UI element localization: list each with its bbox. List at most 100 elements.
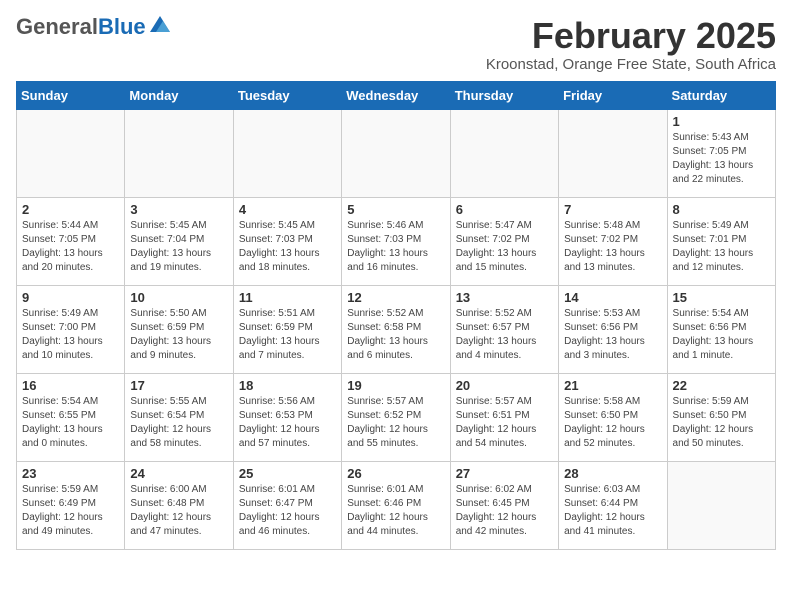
calendar-cell: 4 Sunrise: 5:45 AM Sunset: 7:03 PM Daylig… bbox=[233, 197, 341, 285]
day-info: Sunrise: 5:57 AM Sunset: 6:52 PM Dayligh… bbox=[347, 395, 444, 451]
day-number: 6 bbox=[456, 202, 553, 217]
day-number: 28 bbox=[564, 466, 661, 481]
calendar-cell: 19 Sunrise: 5:57 AM Sunset: 6:52 PM Dayli… bbox=[342, 373, 450, 461]
calendar-week-row: 9 Sunrise: 5:49 AM Sunset: 7:00 PM Daylig… bbox=[17, 285, 776, 373]
day-info: Sunrise: 5:49 AM Sunset: 7:00 PM Dayligh… bbox=[22, 307, 119, 363]
day-info: Sunrise: 5:59 AM Sunset: 6:50 PM Dayligh… bbox=[673, 395, 770, 451]
logo-blue-text: Blue bbox=[98, 14, 146, 39]
day-number: 11 bbox=[239, 290, 336, 305]
calendar-cell: 23Sunrise: 5:59 AM Sunset: 6:49 PM Dayli… bbox=[17, 461, 125, 549]
day-number: 8 bbox=[673, 202, 770, 217]
day-info: Sunrise: 5:52 AM Sunset: 6:57 PM Dayligh… bbox=[456, 307, 553, 363]
day-info: Sunrise: 5:46 AM Sunset: 7:03 PM Dayligh… bbox=[347, 219, 444, 275]
calendar-week-row: 23Sunrise: 5:59 AM Sunset: 6:49 PM Dayli… bbox=[17, 461, 776, 549]
calendar-week-row: 2Sunrise: 5:44 AM Sunset: 7:05 PM Daylig… bbox=[17, 197, 776, 285]
day-info: Sunrise: 6:03 AM Sunset: 6:44 PM Dayligh… bbox=[564, 483, 661, 539]
calendar-cell: 9 Sunrise: 5:49 AM Sunset: 7:00 PM Daylig… bbox=[17, 285, 125, 373]
logo-icon bbox=[150, 16, 170, 32]
calendar-cell bbox=[342, 109, 450, 197]
calendar-cell bbox=[559, 109, 667, 197]
day-number: 27 bbox=[456, 466, 553, 481]
day-number: 21 bbox=[564, 378, 661, 393]
day-info: Sunrise: 5:49 AM Sunset: 7:01 PM Dayligh… bbox=[673, 219, 770, 275]
calendar-cell bbox=[450, 109, 558, 197]
day-number: 10 bbox=[130, 290, 227, 305]
day-info: Sunrise: 5:53 AM Sunset: 6:56 PM Dayligh… bbox=[564, 307, 661, 363]
calendar-cell: 24Sunrise: 6:00 AM Sunset: 6:48 PM Dayli… bbox=[125, 461, 233, 549]
day-number: 25 bbox=[239, 466, 336, 481]
calendar-cell: 17 Sunrise: 5:55 AM Sunset: 6:54 PM Dayli… bbox=[125, 373, 233, 461]
day-number: 15 bbox=[673, 290, 770, 305]
day-info: Sunrise: 5:54 AM Sunset: 6:55 PM Dayligh… bbox=[22, 395, 119, 451]
day-of-week-header: Sunday bbox=[17, 81, 125, 109]
day-info: Sunrise: 5:56 AM Sunset: 6:53 PM Dayligh… bbox=[239, 395, 336, 451]
day-info: Sunrise: 5:44 AM Sunset: 7:05 PM Dayligh… bbox=[22, 219, 119, 275]
day-number: 17 bbox=[130, 378, 227, 393]
calendar-cell bbox=[125, 109, 233, 197]
calendar-cell: 5 Sunrise: 5:46 AM Sunset: 7:03 PM Daylig… bbox=[342, 197, 450, 285]
logo-general-text: General bbox=[16, 14, 98, 39]
day-number: 1 bbox=[673, 114, 770, 129]
calendar-cell: 28 Sunrise: 6:03 AM Sunset: 6:44 PM Dayli… bbox=[559, 461, 667, 549]
calendar-cell: 11 Sunrise: 5:51 AM Sunset: 6:59 PM Dayli… bbox=[233, 285, 341, 373]
calendar-cell: 2Sunrise: 5:44 AM Sunset: 7:05 PM Daylig… bbox=[17, 197, 125, 285]
day-number: 5 bbox=[347, 202, 444, 217]
day-info: Sunrise: 5:51 AM Sunset: 6:59 PM Dayligh… bbox=[239, 307, 336, 363]
day-number: 12 bbox=[347, 290, 444, 305]
calendar-cell: 10 Sunrise: 5:50 AM Sunset: 6:59 PM Dayli… bbox=[125, 285, 233, 373]
calendar-cell: 20 Sunrise: 5:57 AM Sunset: 6:51 PM Dayli… bbox=[450, 373, 558, 461]
day-info: Sunrise: 6:02 AM Sunset: 6:45 PM Dayligh… bbox=[456, 483, 553, 539]
page-header: GeneralBlue February 2025 Kroonstad, Ora… bbox=[16, 16, 776, 73]
day-number: 22 bbox=[673, 378, 770, 393]
day-number: 9 bbox=[22, 290, 119, 305]
calendar-week-row: 16 Sunrise: 5:54 AM Sunset: 6:55 PM Dayli… bbox=[17, 373, 776, 461]
calendar-cell: 21Sunrise: 5:58 AM Sunset: 6:50 PM Dayli… bbox=[559, 373, 667, 461]
calendar-cell: 16 Sunrise: 5:54 AM Sunset: 6:55 PM Dayli… bbox=[17, 373, 125, 461]
calendar-cell: 3Sunrise: 5:45 AM Sunset: 7:04 PM Daylig… bbox=[125, 197, 233, 285]
day-of-week-header: Friday bbox=[559, 81, 667, 109]
calendar-cell: 13 Sunrise: 5:52 AM Sunset: 6:57 PM Dayli… bbox=[450, 285, 558, 373]
calendar-cell: 12Sunrise: 5:52 AM Sunset: 6:58 PM Dayli… bbox=[342, 285, 450, 373]
calendar-cell: 22 Sunrise: 5:59 AM Sunset: 6:50 PM Dayli… bbox=[667, 373, 775, 461]
day-info: Sunrise: 5:43 AM Sunset: 7:05 PM Dayligh… bbox=[673, 131, 770, 187]
day-number: 19 bbox=[347, 378, 444, 393]
day-number: 20 bbox=[456, 378, 553, 393]
month-title: February 2025 bbox=[486, 16, 776, 56]
day-info: Sunrise: 5:47 AM Sunset: 7:02 PM Dayligh… bbox=[456, 219, 553, 275]
day-number: 23 bbox=[22, 466, 119, 481]
calendar-week-row: 1 Sunrise: 5:43 AM Sunset: 7:05 PM Daylig… bbox=[17, 109, 776, 197]
day-info: Sunrise: 5:48 AM Sunset: 7:02 PM Dayligh… bbox=[564, 219, 661, 275]
day-info: Sunrise: 5:45 AM Sunset: 7:04 PM Dayligh… bbox=[130, 219, 227, 275]
calendar-cell: 7Sunrise: 5:48 AM Sunset: 7:02 PM Daylig… bbox=[559, 197, 667, 285]
calendar-cell: 27 Sunrise: 6:02 AM Sunset: 6:45 PM Dayli… bbox=[450, 461, 558, 549]
day-info: Sunrise: 5:45 AM Sunset: 7:03 PM Dayligh… bbox=[239, 219, 336, 275]
day-of-week-header: Wednesday bbox=[342, 81, 450, 109]
day-of-week-header: Saturday bbox=[667, 81, 775, 109]
calendar-cell bbox=[17, 109, 125, 197]
day-number: 13 bbox=[456, 290, 553, 305]
day-info: Sunrise: 5:57 AM Sunset: 6:51 PM Dayligh… bbox=[456, 395, 553, 451]
calendar-cell: 8 Sunrise: 5:49 AM Sunset: 7:01 PM Daylig… bbox=[667, 197, 775, 285]
calendar-cell: 1 Sunrise: 5:43 AM Sunset: 7:05 PM Daylig… bbox=[667, 109, 775, 197]
logo: GeneralBlue bbox=[16, 16, 170, 38]
day-number: 16 bbox=[22, 378, 119, 393]
calendar-cell: 25 Sunrise: 6:01 AM Sunset: 6:47 PM Dayli… bbox=[233, 461, 341, 549]
day-info: Sunrise: 5:54 AM Sunset: 6:56 PM Dayligh… bbox=[673, 307, 770, 363]
location-text: Kroonstad, Orange Free State, South Afri… bbox=[486, 56, 776, 73]
day-info: Sunrise: 6:01 AM Sunset: 6:46 PM Dayligh… bbox=[347, 483, 444, 539]
day-info: Sunrise: 5:55 AM Sunset: 6:54 PM Dayligh… bbox=[130, 395, 227, 451]
calendar-cell: 26 Sunrise: 6:01 AM Sunset: 6:46 PM Dayli… bbox=[342, 461, 450, 549]
calendar-cell: 14 Sunrise: 5:53 AM Sunset: 6:56 PM Dayli… bbox=[559, 285, 667, 373]
day-of-week-header: Monday bbox=[125, 81, 233, 109]
calendar-cell: 15 Sunrise: 5:54 AM Sunset: 6:56 PM Dayli… bbox=[667, 285, 775, 373]
day-number: 26 bbox=[347, 466, 444, 481]
title-block: February 2025 Kroonstad, Orange Free Sta… bbox=[486, 16, 776, 73]
day-of-week-header: Tuesday bbox=[233, 81, 341, 109]
calendar-table: SundayMondayTuesdayWednesdayThursdayFrid… bbox=[16, 81, 776, 550]
day-info: Sunrise: 6:01 AM Sunset: 6:47 PM Dayligh… bbox=[239, 483, 336, 539]
day-number: 4 bbox=[239, 202, 336, 217]
day-number: 14 bbox=[564, 290, 661, 305]
calendar-header-row: SundayMondayTuesdayWednesdayThursdayFrid… bbox=[17, 81, 776, 109]
calendar-cell bbox=[233, 109, 341, 197]
day-info: Sunrise: 5:50 AM Sunset: 6:59 PM Dayligh… bbox=[130, 307, 227, 363]
